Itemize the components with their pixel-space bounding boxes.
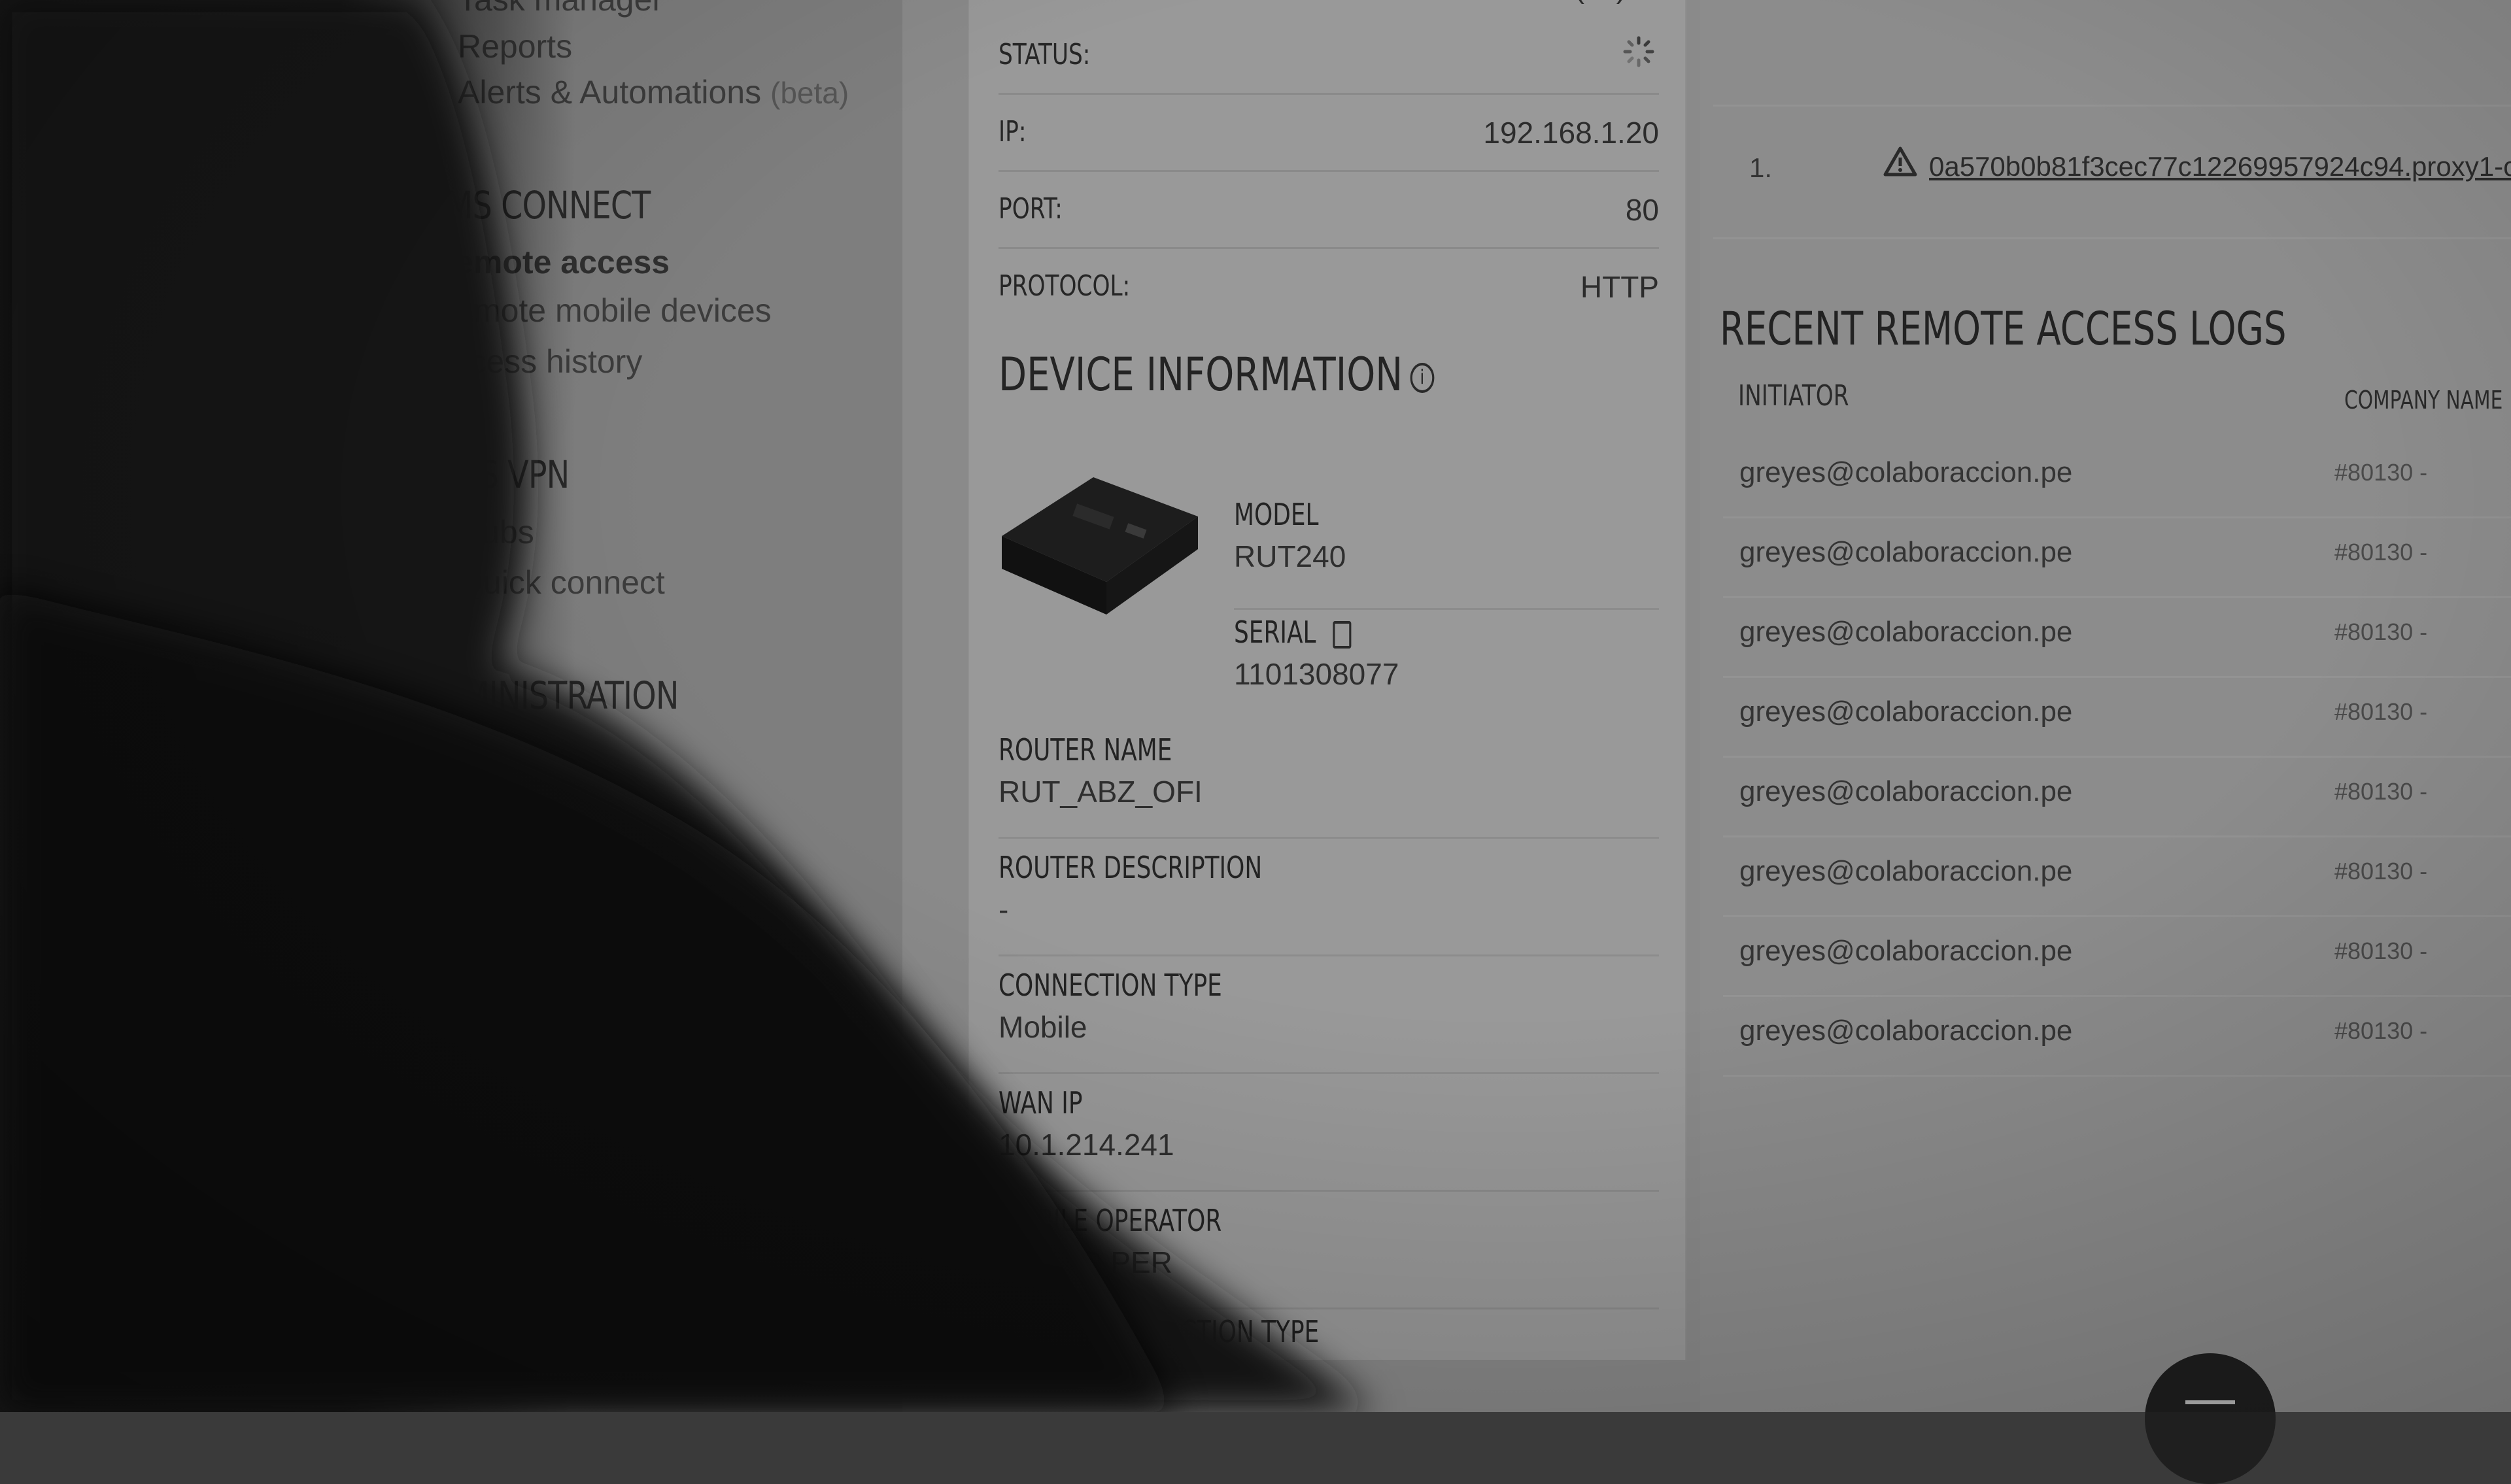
sidebar-item-access-history[interactable]: Access history	[432, 343, 642, 380]
alerts-label: Alerts & Automations	[458, 74, 762, 110]
col-initiator[interactable]: INITIATOR	[1738, 379, 1849, 413]
sidebar-heading-rms-vpn: RMS VPN	[432, 452, 570, 497]
connection-type-value: Mobile	[999, 1010, 1087, 1044]
serial-value: 1101308077	[1234, 657, 1399, 691]
model-field: MODEL RUT240	[1234, 497, 1659, 610]
port-value: 80	[1625, 193, 1659, 227]
connection-link[interactable]: 0a570b0b81f3cec77c12269957924c94.proxy1-…	[1929, 151, 2511, 182]
sidebar-item-remote-mobile-devices[interactable]: Remote mobile devices	[432, 292, 772, 329]
model-label: MODEL	[1234, 497, 1319, 532]
log-row[interactable]: greyes@colaboraccion.pe #80130 -	[1723, 676, 2511, 758]
sidebar-item-quick-connect[interactable]: Quick connect	[458, 564, 665, 601]
log-row[interactable]: greyes@colaboraccion.pe #80130 -	[1723, 995, 2511, 1077]
port-label: PORT:	[999, 192, 1063, 226]
model-value: RUT240	[1234, 539, 1346, 573]
loading-spinner-icon	[1623, 36, 1654, 67]
sidebar-heading-rms-connect: RMS CONNECT	[425, 183, 651, 228]
menu-icon	[2185, 1400, 2235, 1404]
ip-row: IP: 192.168.1.20	[999, 93, 1659, 172]
port-row: PORT: 80	[999, 170, 1659, 249]
log-company: #80130 -	[2334, 698, 2428, 725]
connection-header: LAN OFICINA RUT240: 1101308077 - HTTP (8…	[999, 0, 1626, 5]
device-information-label: DEVICE INFORMATION	[999, 348, 1403, 401]
serial-label-text: SERIAL	[1234, 615, 1316, 650]
log-row[interactable]: greyes@colaboraccion.pe #80130 -	[1723, 596, 2511, 678]
mobile-connection-type-label: MOBILE CONNECTION TYPE	[999, 1314, 1320, 1349]
sidebar-item-remote-access[interactable]: Remote access	[432, 243, 670, 281]
mobile-connection-type-field: MOBILE CONNECTION TYPE	[999, 1314, 1659, 1353]
log-row[interactable]: greyes@colaboraccion.pe #80130 -	[1723, 835, 2511, 917]
log-company: #80130 -	[2334, 778, 2428, 805]
sidebar: Task manager Reports Alerts & Automation…	[0, 0, 902, 1412]
sidebar-item-alerts[interactable]: Alerts & Automations (beta)	[458, 73, 849, 111]
mobile-operator-value: CLARO PER	[999, 1245, 1172, 1279]
col-company-name[interactable]: COMPANY NAME	[2344, 386, 2502, 414]
log-row[interactable]: greyes@colaboraccion.pe #80130 -	[1723, 516, 2511, 598]
active-connection-row: 1. 0a570b0b81f3cec77c12269957924c94.prox…	[1713, 105, 2511, 239]
log-initiator: greyes@colaboraccion.pe	[1739, 935, 2073, 967]
log-company: #80130 -	[2334, 937, 2428, 964]
status-label: STATUS:	[999, 38, 1091, 71]
log-row[interactable]: greyes@colaboraccion.pe #80130 -	[1723, 756, 2511, 837]
router-description-value: -	[999, 892, 1009, 926]
connection-number: 1.	[1749, 152, 1773, 183]
mobile-operator-label: MOBILE OPERATOR	[999, 1203, 1222, 1238]
wan-ip-value: 10.1.214.241	[999, 1128, 1174, 1162]
protocol-value: HTTP	[1580, 270, 1659, 304]
status-row: STATUS:	[999, 16, 1659, 95]
wan-ip-field: WAN IP 10.1.214.241	[999, 1085, 1659, 1192]
serial-field: SERIAL 1101308077	[1234, 615, 1659, 691]
device-information-title: DEVICE INFORMATION i	[999, 348, 1435, 401]
log-company: #80130 -	[2334, 858, 2428, 885]
log-initiator: greyes@colaboraccion.pe	[1739, 696, 2073, 728]
protocol-row: PROTOCOL: HTTP	[999, 247, 1659, 324]
log-initiator: greyes@colaboraccion.pe	[1739, 536, 2073, 568]
protocol-label: PROTOCOL:	[999, 269, 1131, 303]
log-initiator: greyes@colaboraccion.pe	[1739, 1015, 2073, 1047]
sidebar-item-hubs[interactable]: Hubs	[458, 513, 534, 551]
log-initiator: greyes@colaboraccion.pe	[1739, 855, 2073, 887]
screen: Task manager Reports Alerts & Automation…	[0, 0, 2511, 1484]
warning-icon	[1883, 146, 1917, 177]
copy-icon[interactable]	[1332, 620, 1352, 649]
log-initiator: greyes@colaboraccion.pe	[1739, 616, 2073, 648]
log-initiator: greyes@colaboraccion.pe	[1739, 775, 2073, 807]
ip-label: IP:	[999, 115, 1027, 148]
log-company: #80130 -	[2334, 618, 2428, 645]
log-row[interactable]: greyes@colaboraccion.pe #80130 -	[1723, 915, 2511, 997]
sidebar-heading-administration: ADMINISTRATION	[418, 673, 679, 718]
router-description-field: ROUTER DESCRIPTION -	[999, 850, 1659, 956]
router-name-value: RUT_ABZ_OFI	[999, 775, 1203, 809]
router-name-label: ROUTER NAME	[999, 732, 1172, 767]
ip-value: 192.168.1.20	[1483, 116, 1659, 150]
sidebar-item-reports[interactable]: Reports	[458, 27, 572, 65]
mobile-operator-field: MOBILE OPERATOR CLARO PER	[999, 1203, 1659, 1309]
log-company: #80130 -	[2334, 459, 2428, 486]
menu-fab-button[interactable]	[2145, 1353, 2276, 1484]
info-icon[interactable]: i	[1410, 362, 1435, 393]
serial-label: SERIAL	[1234, 615, 1352, 650]
device-panel: LAN OFICINA RUT240: 1101308077 - HTTP (8…	[968, 0, 1686, 1360]
right-column: 1. 0a570b0b81f3cec77c12269957924c94.prox…	[1700, 0, 2511, 1412]
log-company: #80130 -	[2334, 539, 2428, 565]
sidebar-item-task-manager[interactable]: Task manager	[458, 0, 663, 18]
router-name-field: ROUTER NAME RUT_ABZ_OFI	[999, 732, 1659, 839]
log-company: #80130 -	[2334, 1017, 2428, 1044]
connection-type-field: CONNECTION TYPE Mobile	[999, 968, 1659, 1074]
beta-badge: (beta)	[770, 76, 849, 110]
router-image	[1002, 477, 1198, 615]
log-initiator: greyes@colaboraccion.pe	[1739, 456, 2073, 488]
router-description-label: ROUTER DESCRIPTION	[999, 850, 1263, 885]
wan-ip-label: WAN IP	[999, 1085, 1083, 1121]
connection-type-label: CONNECTION TYPE	[999, 968, 1222, 1003]
recent-logs-title: RECENT REMOTE ACCESS LOGS	[1720, 302, 2287, 356]
log-row[interactable]: greyes@colaboraccion.pe #80130 -	[1723, 437, 2511, 518]
